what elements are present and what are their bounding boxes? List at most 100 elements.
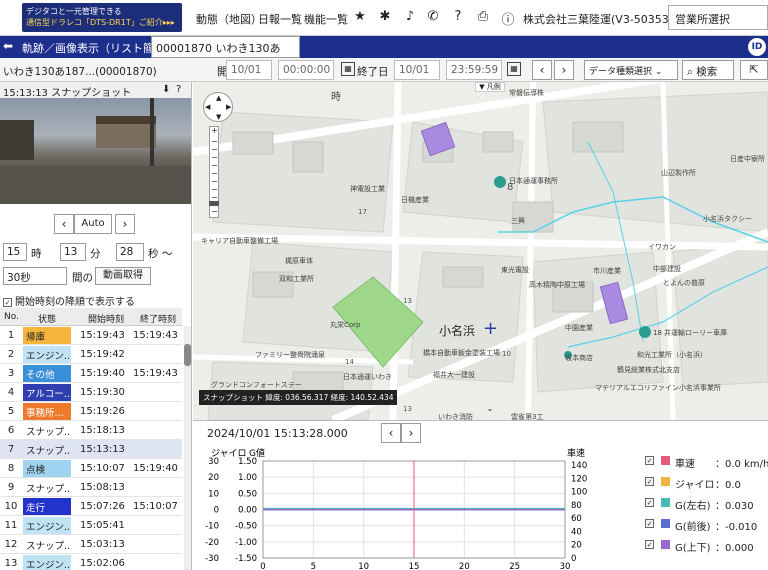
gear-icon[interactable]: ✱: [376, 9, 394, 24]
bell-icon[interactable]: ♪: [401, 9, 419, 24]
speed-tick-label: 100: [571, 488, 587, 498]
legend-item[interactable]: ✓ G(左右) ：0.030: [645, 495, 765, 516]
next-day-button[interactable]: ›: [554, 60, 574, 80]
map-zoom-slider[interactable]: + −: [209, 126, 219, 218]
calendar-icon[interactable]: ▦: [507, 62, 521, 76]
table-row[interactable]: 12 スナップ... 15:03:13: [0, 535, 182, 554]
start-time-field[interactable]: 00:00:00: [278, 60, 334, 80]
row-no: 13: [4, 558, 18, 569]
export-icon[interactable]: ⇱: [740, 60, 768, 80]
table-row[interactable]: 10 走行 15:07:26 15:10:07: [0, 497, 182, 516]
nav-daily-report-list[interactable]: 日報一覧: [258, 11, 302, 27]
zoom-in-icon[interactable]: +: [211, 126, 218, 135]
second-select[interactable]: 28: [116, 243, 144, 261]
prev-day-button[interactable]: ‹: [532, 60, 552, 80]
zoom-out-icon[interactable]: −: [211, 207, 218, 216]
pan-left-icon[interactable]: ◀: [205, 103, 210, 111]
checkbox-icon[interactable]: ✓: [3, 297, 12, 307]
map-label: 和光工業所（小名浜）: [637, 351, 707, 359]
calendar-icon[interactable]: ▦: [341, 62, 355, 76]
checkbox-icon[interactable]: ✓: [645, 456, 654, 465]
ad-banner[interactable]: デジタコと一元管理できる 通信型ドラレコ「DTS-DR1T」ご紹介▸▸▸: [22, 3, 182, 32]
legend-swatch: [661, 519, 670, 528]
table-row[interactable]: 5 事務所... 15:19:26: [0, 402, 182, 421]
help-icon[interactable]: ?: [449, 9, 467, 24]
map-label: 常磐伝導株: [509, 89, 544, 97]
x-tick-label: 20: [459, 562, 470, 570]
event-list-header: No. 状態 開始時刻 終了時刻: [0, 308, 182, 326]
legend-item[interactable]: ✓ 車速 ：0.0 km/h: [645, 453, 768, 474]
start-date-field[interactable]: 10/01: [226, 60, 272, 80]
row-start-time: 15:10:07: [80, 463, 125, 474]
phone-icon[interactable]: ✆: [424, 9, 442, 24]
checkbox-icon[interactable]: ✓: [645, 498, 654, 507]
auto-button[interactable]: Auto: [74, 214, 112, 234]
table-row[interactable]: 9 スナップ... 15:08:13: [0, 478, 182, 497]
zoom-slider-knob[interactable]: [209, 201, 219, 206]
row-end-time: 15:19:43: [133, 330, 178, 341]
duration-unit: 間の: [72, 272, 93, 284]
help-icon[interactable]: ?: [176, 84, 181, 95]
chart-next-button[interactable]: ›: [401, 423, 421, 443]
chevron-down-icon[interactable]: ⌄: [483, 404, 497, 416]
get-video-button[interactable]: 動画取得: [95, 267, 151, 285]
checkbox-icon[interactable]: ✓: [645, 477, 654, 486]
chart-prev-button[interactable]: ‹: [381, 423, 401, 443]
map-view[interactable]: 時 常磐伝導株 神電設工業 日機産業 三興 日本通運事務所 山辺製作所 日産中寮…: [193, 82, 768, 420]
gyro-tick-label: 20: [208, 473, 219, 483]
end-date-label: 終了日: [357, 66, 389, 78]
prev-snapshot-button[interactable]: ‹: [54, 214, 74, 234]
map-label: 高木精陶中原工場: [529, 281, 585, 289]
ad-banner-line1: デジタコと一元管理できる: [26, 7, 122, 16]
table-row[interactable]: 8 点検 15:10:07 15:19:40: [0, 459, 182, 478]
map-label: 日産中寮所: [730, 155, 765, 163]
legend-item[interactable]: ✓ ジャイロ ：0.0: [645, 474, 765, 495]
pan-right-icon[interactable]: ▶: [226, 103, 231, 111]
checkbox-icon[interactable]: ✓: [645, 519, 654, 528]
legend-item[interactable]: ✓ G(前後) ：-0.010: [645, 516, 765, 537]
table-row[interactable]: 6 スナップ... 15:18:13: [0, 421, 182, 440]
search-button[interactable]: ⌕ 検索: [682, 60, 734, 80]
table-row[interactable]: 4 アルコー... 15:19:30: [0, 383, 182, 402]
end-time-field[interactable]: 23:59:59: [446, 60, 502, 80]
arrow-left-icon[interactable]: ⬅: [3, 39, 13, 53]
chevron-down-icon: ⌄: [654, 67, 663, 77]
pan-up-icon[interactable]: ▲: [216, 94, 221, 102]
map-label: 三興: [511, 217, 525, 225]
column-start-time: 開始時刻: [88, 315, 125, 325]
nav-dynamic-map[interactable]: 動態（地図）: [196, 11, 262, 27]
end-date-field[interactable]: 10/01: [394, 60, 440, 80]
vehicle-select[interactable]: 00001870 いわき130あ1870 ⌄: [151, 36, 300, 69]
legend-item[interactable]: ✓ G(上下) ：0.000: [645, 537, 765, 558]
table-row[interactable]: 11 エンジン... 15:05:41: [0, 516, 182, 535]
checkbox-icon[interactable]: ✓: [645, 540, 654, 549]
print-icon[interactable]: ⎙: [474, 9, 492, 24]
data-type-select[interactable]: データ種類選択 ⌄: [584, 60, 678, 80]
table-row[interactable]: 3 その他 15:19:40 15:19:43: [0, 364, 182, 383]
user-menu-icon[interactable]: ID: [748, 38, 766, 56]
table-row[interactable]: 7 スナップ... 15:13:13: [0, 440, 182, 459]
table-row[interactable]: 13 エンジン... 15:02:06: [0, 554, 182, 570]
row-status: アルコー...: [23, 384, 71, 401]
office-select[interactable]: 営業所選択: [668, 5, 768, 30]
star-icon[interactable]: ★: [351, 9, 369, 24]
chart-datetime: 2024/10/01 15:13:28.000: [207, 427, 348, 440]
table-row[interactable]: 2 エンジン... 15:19:42: [0, 345, 182, 364]
table-row[interactable]: 1 帰庫 15:19:43 15:19:43: [0, 326, 182, 345]
snapshot-image[interactable]: [0, 98, 191, 204]
download-icon[interactable]: ⬇: [162, 84, 170, 95]
info-icon[interactable]: ⓘ: [499, 9, 517, 28]
next-snapshot-button[interactable]: ›: [115, 214, 135, 234]
duration-select[interactable]: 30秒: [3, 267, 67, 285]
map-label: 橋本自動車鈑金塗装工場: [423, 349, 500, 357]
pan-down-icon[interactable]: ▼: [216, 113, 221, 121]
app-window: デジタコと一元管理できる 通信型ドラレコ「DTS-DR1T」ご紹介▸▸▸ 動態（…: [0, 0, 768, 570]
list-scrollbar[interactable]: [184, 326, 191, 570]
hour-select[interactable]: 15: [3, 243, 27, 261]
minute-select[interactable]: 13: [60, 243, 86, 261]
map-label: マテリアルエコリファイン小名浜事業所: [595, 384, 721, 392]
descending-order-checkbox[interactable]: ✓ 開始時刻の降順で表示する: [3, 293, 135, 308]
map-pan-control[interactable]: ▲ ▼ ◀ ▶: [203, 92, 233, 122]
nav-function-list[interactable]: 機能一覧: [304, 11, 348, 27]
map-legend-toggle[interactable]: ▼ 凡例: [475, 82, 505, 92]
